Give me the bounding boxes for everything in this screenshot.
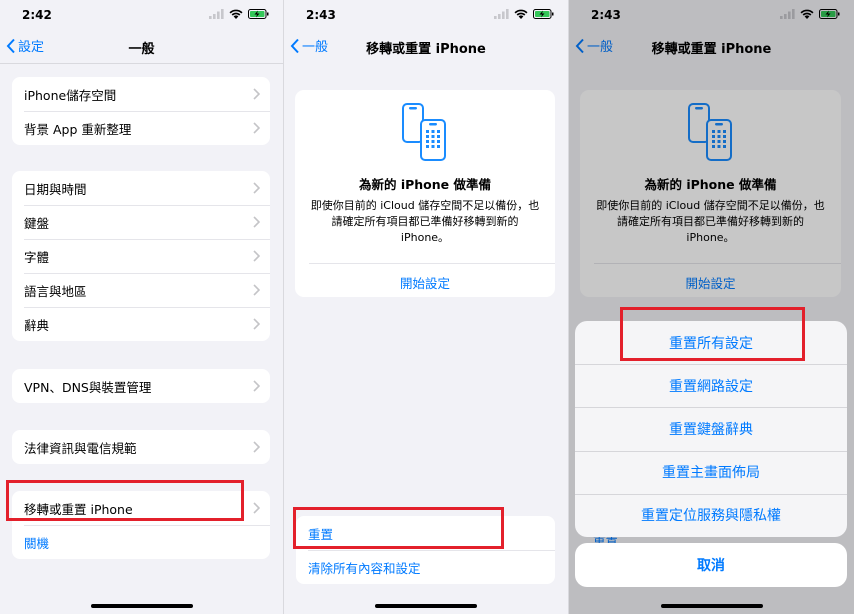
cancel-button[interactable]: 取消 <box>575 543 847 587</box>
divider <box>0 63 283 64</box>
cellular-signal-icon <box>209 9 224 19</box>
settings-group-storage: iPhone儲存空間 背景 App 重新整理 <box>12 77 270 145</box>
settings-group-locale: 日期與時間 鍵盤 字體 語言與地區 辭典 <box>12 171 270 341</box>
erase-all-button[interactable]: 清除所有內容和設定 <box>296 550 555 584</box>
chevron-right-icon <box>253 502 260 514</box>
status-time: 2:42 <box>22 8 52 22</box>
list-item-date-time[interactable]: 日期與時間 <box>12 171 270 205</box>
screen-reset-action-sheet: 2:43 一般 移轉或重置 iPhone 為新的 iPhone 做準備 即使你目… <box>569 0 854 614</box>
chevron-right-icon <box>253 250 260 262</box>
reset-home-screen-layout-button[interactable]: 重置主畫面佈局 <box>575 450 847 494</box>
prepare-new-iphone-card: 為新的 iPhone 做準備 即使你目前的 iCloud 儲存空間不足以備份，也… <box>295 90 555 297</box>
list-item-label: 關機 <box>24 535 50 551</box>
list-item-label: 背景 App 重新整理 <box>24 121 132 137</box>
list-item-label: 法律資訊與電信規範 <box>24 440 137 456</box>
cellular-signal-icon <box>494 9 509 19</box>
chevron-right-icon <box>253 318 260 330</box>
chevron-right-icon <box>253 182 260 194</box>
chevron-right-icon <box>253 122 260 134</box>
wifi-icon <box>514 9 528 19</box>
list-item-fonts[interactable]: 字體 <box>12 239 270 273</box>
get-started-button[interactable]: 開始設定 <box>295 273 555 292</box>
list-item-dictionary[interactable]: 辭典 <box>12 307 270 341</box>
card-description: 即使你目前的 iCloud 儲存空間不足以備份，也請確定所有項目都已準備好移轉到… <box>310 199 540 244</box>
list-item-label: 語言與地區 <box>24 283 87 299</box>
chevron-right-icon <box>253 216 260 228</box>
list-item-label: 日期與時間 <box>24 181 87 197</box>
chevron-right-icon <box>253 284 260 296</box>
reset-network-settings-button[interactable]: 重置網路設定 <box>575 364 847 407</box>
status-icons <box>209 9 269 19</box>
navigation-bar: 一般 移轉或重置 iPhone <box>284 32 568 62</box>
list-item-vpn-dns[interactable]: VPN、DNS與裝置管理 <box>12 369 270 403</box>
list-item-label: VPN、DNS與裝置管理 <box>24 379 152 395</box>
card-heading: 為新的 iPhone 做準備 <box>358 177 491 192</box>
list-item-label: 辭典 <box>24 317 50 333</box>
reset-keyboard-dictionary-button[interactable]: 重置鍵盤辭典 <box>575 407 847 450</box>
shutdown-button[interactable]: 關機 <box>12 525 270 559</box>
home-indicator <box>90 604 193 608</box>
page-title: 一般 <box>128 42 155 57</box>
list-item-background-refresh[interactable]: 背景 App 重新整理 <box>12 111 270 145</box>
page-title: 移轉或重置 iPhone <box>366 42 486 57</box>
list-item-keyboard[interactable]: 鍵盤 <box>12 205 270 239</box>
list-item-language-region[interactable]: 語言與地區 <box>12 273 270 307</box>
reset-location-privacy-button[interactable]: 重置定位服務與隱私權 <box>575 493 847 537</box>
transfer-phones-icon <box>402 103 446 161</box>
settings-group-vpn: VPN、DNS與裝置管理 <box>12 369 270 403</box>
highlight-box <box>6 480 244 521</box>
screen-general-settings: 2:42 設定 一般 iPhone儲存空間 背景 App 重新整理 日期與時間 … <box>0 0 284 614</box>
status-time: 2:43 <box>306 8 336 22</box>
divider <box>309 263 555 264</box>
screen-transfer-reset: 2:43 一般 移轉或重置 iPhone 為新的 iPhone 做準備 即使你目… <box>284 0 569 614</box>
list-item-iphone-storage[interactable]: iPhone儲存空間 <box>12 77 270 111</box>
status-bar: 2:42 <box>0 0 283 30</box>
list-item-label: 清除所有內容和設定 <box>308 560 421 576</box>
chevron-right-icon <box>253 88 260 100</box>
highlight-box <box>620 307 805 361</box>
list-item-label: 鍵盤 <box>24 215 50 231</box>
list-item-label: 字體 <box>24 249 50 265</box>
list-item-label: iPhone儲存空間 <box>24 87 117 103</box>
chevron-right-icon <box>253 380 260 392</box>
highlight-box <box>293 507 504 549</box>
list-item-legal[interactable]: 法律資訊與電信規範 <box>12 430 270 464</box>
navigation-bar: 設定 一般 <box>0 32 283 62</box>
status-bar: 2:43 <box>284 0 568 30</box>
status-icons <box>494 9 554 19</box>
battery-charging-icon <box>533 9 554 19</box>
chevron-right-icon <box>253 441 260 453</box>
home-indicator <box>660 604 763 608</box>
home-indicator <box>375 604 477 608</box>
wifi-icon <box>229 9 243 19</box>
settings-group-legal: 法律資訊與電信規範 <box>12 430 270 464</box>
battery-charging-icon <box>248 9 269 19</box>
